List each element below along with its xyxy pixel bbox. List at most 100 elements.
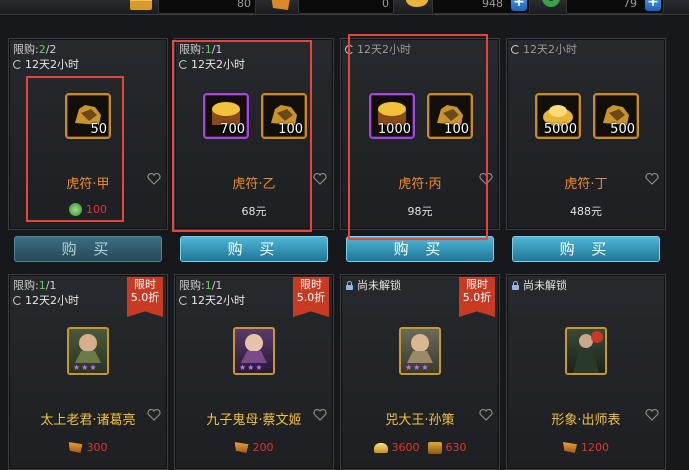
favorite-heart-icon[interactable] [147,173,161,185]
tiger-tally-icon [427,441,442,454]
pack-card-1[interactable]: 限购:2/2 12天2小时 50 虎符·甲 100 [8,38,168,230]
item-slot[interactable]: 5000 [535,93,581,139]
scroll-ticket-icon [234,442,249,453]
locked-status: 尚未解锁 [511,277,567,293]
timer-text: 12天2小时 [25,58,79,71]
favorite-heart-icon[interactable] [479,409,493,421]
hero-card-1[interactable]: 限购:1/1 12天2小时 限时 5.0折 ★★★ 太上老君·诸葛亮 300 [8,274,168,470]
badge-line: 限时 [134,278,156,291]
hero-price: 1200 [507,441,665,454]
price-value: 98元 [407,205,433,218]
pack-card-4[interactable]: 12天2小时 5000 500 虎符·丁 488元 [506,38,666,230]
hero-price: 300 [9,441,167,454]
price-value: 1200 [581,441,609,454]
limit-current: 1 [204,43,212,56]
price-value: 3600 [391,441,420,454]
badge-line: 5.0折 [296,291,326,304]
hero-card-2[interactable]: 限购:1/1 12天2小时 限时 5.0折 ★★★ 九子鬼母·蔡文姬 200 [174,274,334,470]
limit-total: /1 [45,279,57,292]
badge-line: 限时 [300,278,322,291]
hero-price: 3600 630 [341,441,499,454]
item-slot[interactable]: 700 [203,93,249,139]
favorite-heart-icon[interactable] [479,173,493,185]
limit-current: 2 [38,43,46,56]
favorite-heart-icon[interactable] [313,409,327,421]
star-rating: ★★★ [239,363,264,372]
favorite-heart-icon[interactable] [645,409,659,421]
countdown-timer: 12天2小时 [179,292,245,308]
pack-price: 98元 [341,203,499,219]
limit-current: 1 [38,279,46,292]
timer-text: 12天2小时 [357,43,411,56]
limit-label: 限购: [179,279,205,292]
scroll-ticket-icon [563,442,577,453]
pack-price: 100 [9,203,167,216]
pack-card-3[interactable]: 12天2小时 1000 100 虎符·丙 98元 [340,38,500,230]
badge-line: 限时 [466,278,488,291]
scroll-ticket-icon [68,442,83,453]
hero-portrait[interactable]: ★★★ [67,327,109,375]
hero-price: 200 [175,441,333,454]
refresh-clock-icon [511,44,520,54]
limit-current: 1 [204,279,212,292]
hero-card-3[interactable]: 尚未解锁 限时 5.0折 ★★★ 兕大王·孙策 3600 630 [340,274,500,470]
hero-name: 形象·出师表 [551,413,621,428]
item-slot[interactable]: 50 [65,93,111,139]
badge-line: 5.0折 [462,291,492,304]
item-slot[interactable]: 1000 [369,93,415,139]
pack-card-2[interactable]: 限购:1/1 12天2小时 700 100 虎符·乙 68元 [174,38,334,230]
price-value: 488元 [570,205,602,218]
pack-name: 虎符·丙 [398,177,442,192]
item-count: 500 [610,122,635,137]
hero-portrait[interactable] [565,327,607,375]
item-slot[interactable]: 100 [427,93,473,139]
hero-face-icon [75,334,101,363]
countdown-timer: 12天2小时 [13,56,79,72]
countdown-timer: 12天2小时 [511,41,577,57]
buy-button-2[interactable]: 购 买 [180,236,328,262]
countdown-timer: 12天2小时 [179,56,245,72]
price-value: 200 [252,441,274,454]
buy-button-1[interactable]: 购 买 [14,236,162,262]
favorite-heart-icon[interactable] [645,173,659,185]
price-value: 300 [86,441,108,454]
item-count: 100 [444,122,469,137]
price-value: 100 [86,203,107,216]
limit-total: /1 [211,43,223,56]
purchase-limit: 限购:1/1 [179,41,222,57]
star-rating: ★★★ [405,363,430,372]
item-slot[interactable]: 100 [261,93,307,139]
item-slot[interactable]: 500 [593,93,639,139]
jade-coin-icon [69,203,82,216]
favorite-heart-icon[interactable] [147,409,161,421]
limit-label: 限购: [13,43,39,56]
shop-grid: 限购:2/2 12天2小时 50 虎符·甲 100 限购:1/1 12天2小时 … [0,0,689,470]
lock-icon [345,280,354,290]
purchase-limit: 限购:1/1 [13,277,56,293]
star-rating: ★★★ [73,363,98,372]
item-count: 1000 [377,122,411,137]
item-count: 100 [278,122,303,137]
timer-text: 12天2小时 [191,58,245,71]
limit-label: 限购: [179,43,205,56]
pack-price: 488元 [507,203,665,219]
item-count: 50 [90,122,107,137]
refresh-clock-icon [13,295,22,305]
hero-name: 九子鬼母·蔡文姬 [206,413,302,428]
hero-name: 兕大王·孙策 [385,413,455,428]
buy-button-3[interactable]: 购 买 [346,236,494,262]
hero-outfit-icon [573,331,603,373]
gold-ingot-icon [373,442,388,453]
limited-discount-badge: 限时 5.0折 [293,277,329,317]
hero-card-4[interactable]: 尚未解锁 形象·出师表 1200 [506,274,666,470]
buy-button-4[interactable]: 购 买 [512,236,660,262]
refresh-clock-icon [179,59,188,69]
favorite-heart-icon[interactable] [313,173,327,185]
locked-text: 尚未解锁 [523,279,567,292]
refresh-clock-icon [179,295,188,305]
pack-name: 虎符·丁 [564,177,608,192]
badge-line: 5.0折 [130,291,160,304]
hero-portrait[interactable]: ★★★ [399,327,441,375]
hero-portrait[interactable]: ★★★ [233,327,275,375]
limit-total: /1 [211,279,223,292]
